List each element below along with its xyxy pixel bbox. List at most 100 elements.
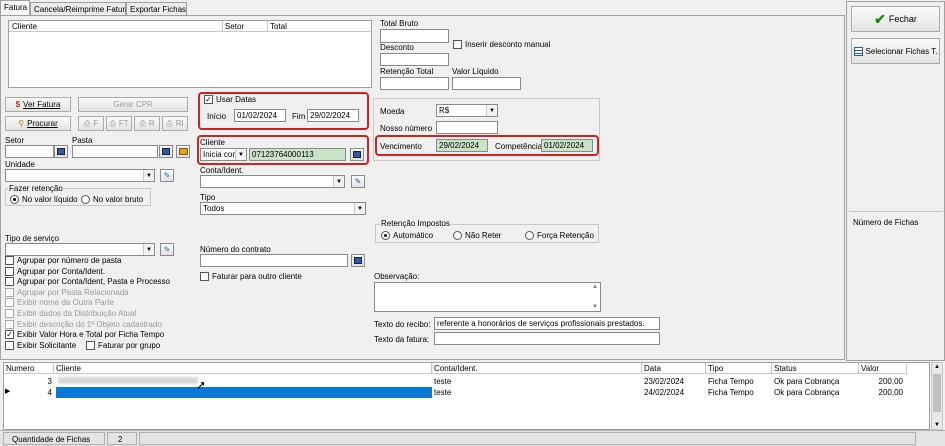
observacao-textarea[interactable]: ▲ ▼	[374, 282, 601, 312]
option-checkbox[interactable]: ✓	[5, 330, 14, 340]
pasta-label: Pasta	[72, 136, 93, 145]
tipo-select[interactable]: Todos ▼	[200, 202, 366, 215]
pasta-field[interactable]	[72, 145, 158, 158]
texto-recibo-field[interactable]: referente a honorários de serviços profi…	[434, 317, 660, 330]
print-ri-button[interactable]: ⎙ RI	[162, 116, 188, 131]
setor-field[interactable]	[5, 145, 54, 158]
faturar-outro-checkbox[interactable]	[200, 272, 209, 281]
fichas-grid[interactable]: Numero Cliente Conta/Ident. Data Tipo St…	[3, 362, 930, 430]
procurar-button[interactable]: ⚲ Procurar	[5, 116, 71, 131]
total-bruto-field[interactable]	[380, 29, 449, 43]
observacao-label: Observação:	[374, 272, 420, 281]
competencia-field[interactable]: 01/02/2024	[541, 139, 593, 152]
setor-col-header[interactable]: Setor	[223, 21, 268, 32]
total-col-header[interactable]: Total	[268, 21, 373, 32]
nao-reter-label: Não Reter	[465, 231, 502, 240]
option-label: Exibir dados da Distribuição Atual	[17, 309, 137, 318]
option-label: Exibir Valor Hora e Total por Ficha Temp…	[17, 330, 165, 340]
inserir-desconto-checkbox[interactable]	[453, 40, 462, 49]
procurar-label: Procurar	[27, 119, 58, 128]
scroll-up-icon[interactable]: ▲	[934, 364, 940, 370]
cliente-field[interactable]: 07123764000113	[249, 148, 346, 161]
no-valor-liquido-radio[interactable]	[10, 195, 19, 204]
scrollbar-thumb[interactable]	[933, 374, 941, 412]
print-f-label: F	[93, 119, 99, 128]
forca-retencao-radio[interactable]	[525, 231, 534, 240]
ver-fatura-button[interactable]: $ Ver Fatura	[5, 97, 71, 112]
grid-header-conta[interactable]: Conta/Ident.	[432, 363, 642, 374]
automatico-radio[interactable]	[381, 231, 390, 240]
scroll-down-icon[interactable]: ▼	[592, 304, 598, 310]
vencimento-field[interactable]: 29/02/2024	[436, 139, 488, 152]
option-checkbox[interactable]	[5, 277, 14, 287]
faturar-por-grupo-checkbox[interactable]	[86, 341, 95, 350]
print-f-button[interactable]: ⎙ F	[78, 116, 104, 131]
option-label: Exibir descrição do 1º Objeto cadastrado	[17, 319, 162, 329]
retencao-total-field[interactable]	[380, 77, 449, 90]
tab-exportar-fichas[interactable]: Exportar Fichas	[126, 2, 187, 16]
numero-contrato-lookup-button[interactable]	[351, 254, 365, 267]
status-bar: Quantidade de Fichas 2	[0, 430, 945, 446]
numero-contrato-field[interactable]	[200, 254, 348, 267]
row-cliente-selected[interactable]	[56, 387, 432, 398]
nao-reter-radio[interactable]	[453, 231, 462, 240]
option-checkbox[interactable]	[5, 256, 14, 265]
grid-header-status[interactable]: Status	[772, 363, 859, 374]
selecionar-fichas-button[interactable]: Selecionar Fichas T.	[851, 38, 940, 64]
tipo-servico-select[interactable]: ▼	[5, 243, 155, 256]
scroll-down-icon[interactable]: ▼	[934, 422, 940, 428]
no-valor-bruto-radio[interactable]	[81, 195, 90, 204]
grid-header-cliente[interactable]: Cliente	[54, 363, 432, 374]
option-checkbox[interactable]	[5, 319, 14, 329]
tab-fatura[interactable]: Fatura	[0, 0, 30, 16]
faturar-por-grupo-label: Faturar por grupo	[98, 341, 161, 350]
valor-liquido-field[interactable]	[452, 77, 521, 90]
texto-fatura-field[interactable]	[434, 332, 660, 345]
row-cliente-redacted	[56, 376, 206, 387]
nosso-numero-field[interactable]	[436, 121, 498, 134]
tab-cancela-reimprime[interactable]: Cancela/Reimprime Fatura	[30, 2, 130, 16]
gerar-cpr-button[interactable]: Gerar CPR	[78, 97, 188, 112]
client-table[interactable]: Cliente Setor Total	[8, 20, 373, 88]
moeda-select[interactable]: R$ ▼	[436, 104, 498, 117]
fim-date-field[interactable]: 29/02/2024	[307, 109, 359, 122]
usar-datas-checkbox[interactable]: ✓	[204, 95, 213, 104]
grid-header-valor[interactable]: Valor	[859, 363, 907, 374]
exibir-solicitante-label: Exibir Solicitante	[17, 341, 77, 350]
print-ft-button[interactable]: ⎙ FT	[106, 116, 132, 131]
client-col-header[interactable]: Cliente	[9, 21, 223, 32]
inicio-date-field[interactable]: 01/02/2024	[234, 109, 286, 122]
competencia-label: Competência	[495, 142, 543, 151]
forca-retencao-label: Força Retenção	[537, 231, 594, 240]
tipo-servico-label: Tipo de serviço	[5, 234, 59, 243]
print-r-button[interactable]: ⎙ R	[134, 116, 160, 131]
option-checkbox[interactable]	[5, 298, 14, 308]
option-label: Agrupar por Pasta Relacionada	[17, 287, 129, 297]
option-checkbox[interactable]	[5, 309, 14, 318]
lookup-icon	[57, 148, 65, 155]
option-checkbox[interactable]	[5, 287, 14, 297]
grid-scrollbar[interactable]: ▲ ▼	[931, 362, 943, 430]
setor-lookup-button[interactable]	[54, 145, 68, 158]
unidade-clear-button[interactable]: ✎	[160, 169, 174, 182]
option-checkbox[interactable]	[5, 266, 14, 276]
exibir-solicitante-checkbox[interactable]	[5, 341, 14, 350]
pasta-lookup-button[interactable]	[159, 145, 173, 158]
conta-ident-select[interactable]: ▼	[200, 175, 345, 188]
checkmark-icon: ✔	[874, 10, 886, 27]
pasta-folder-button[interactable]	[176, 145, 190, 158]
grid-header-data[interactable]: Data	[642, 363, 706, 374]
cliente-mode-select[interactable]: Inicia com ▼	[200, 148, 247, 161]
fechar-button[interactable]: ✔ Fechar	[851, 6, 940, 32]
grid-header-tipo[interactable]: Tipo	[706, 363, 772, 374]
faturar-outro-label: Faturar para outro cliente	[212, 272, 302, 281]
scroll-up-icon[interactable]: ▲	[592, 284, 598, 290]
vencimento-label: Vencimento	[380, 142, 422, 151]
tipo-servico-clear-button[interactable]: ✎	[160, 243, 174, 256]
grid-header-numero[interactable]: Numero	[4, 363, 54, 374]
desconto-field[interactable]	[380, 53, 449, 66]
cliente-lookup-button[interactable]	[350, 148, 364, 161]
conta-ident-clear-button[interactable]: ✎	[351, 175, 365, 188]
unidade-select[interactable]: ▼	[5, 169, 155, 182]
numero-contrato-label: Número do contrato	[200, 245, 271, 254]
